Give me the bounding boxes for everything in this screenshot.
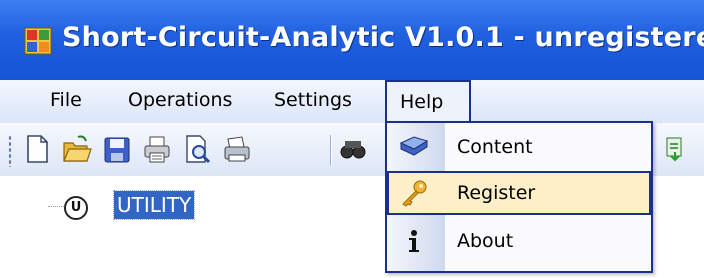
key-icon [402,180,427,207]
print-icon[interactable] [142,133,172,165]
help-dropdown-menu: Content Register About [385,121,653,273]
menu-item-register[interactable]: Register [387,171,651,215]
menu-file[interactable]: File [50,80,82,123]
save-icon[interactable] [102,133,132,165]
menu-item-about[interactable]: About [387,219,651,263]
menu-item-register-label: Register [457,182,536,204]
window-title: Short-Circuit-Analytic V1.0.1 - unregist… [62,22,704,53]
toolbar-separator [330,135,331,165]
open-icon[interactable] [62,133,92,165]
tree-node-utility[interactable]: UTILITY [112,190,196,220]
utility-node-icon: U [64,196,88,220]
menu-help[interactable]: Help [385,80,471,121]
printer-icon[interactable] [222,133,252,165]
tree-connector [48,206,64,207]
app-icon [24,27,52,55]
menu-operations[interactable]: Operations [128,80,232,123]
print-preview-icon[interactable] [182,133,212,165]
book-icon [399,136,429,156]
menu-item-content-label: Content [457,136,533,158]
toolbar-grip[interactable] [8,135,12,167]
title-bar[interactable]: Short-Circuit-Analytic V1.0.1 - unregist… [0,0,704,80]
info-icon [409,230,419,252]
new-icon[interactable] [22,133,52,165]
export-icon[interactable] [665,136,685,162]
menu-settings[interactable]: Settings [274,80,352,123]
menu-item-content[interactable]: Content [387,125,651,169]
menu-item-about-label: About [457,230,514,252]
find-icon[interactable] [338,133,368,165]
menu-bar: File Operations Settings Help [0,80,704,123]
